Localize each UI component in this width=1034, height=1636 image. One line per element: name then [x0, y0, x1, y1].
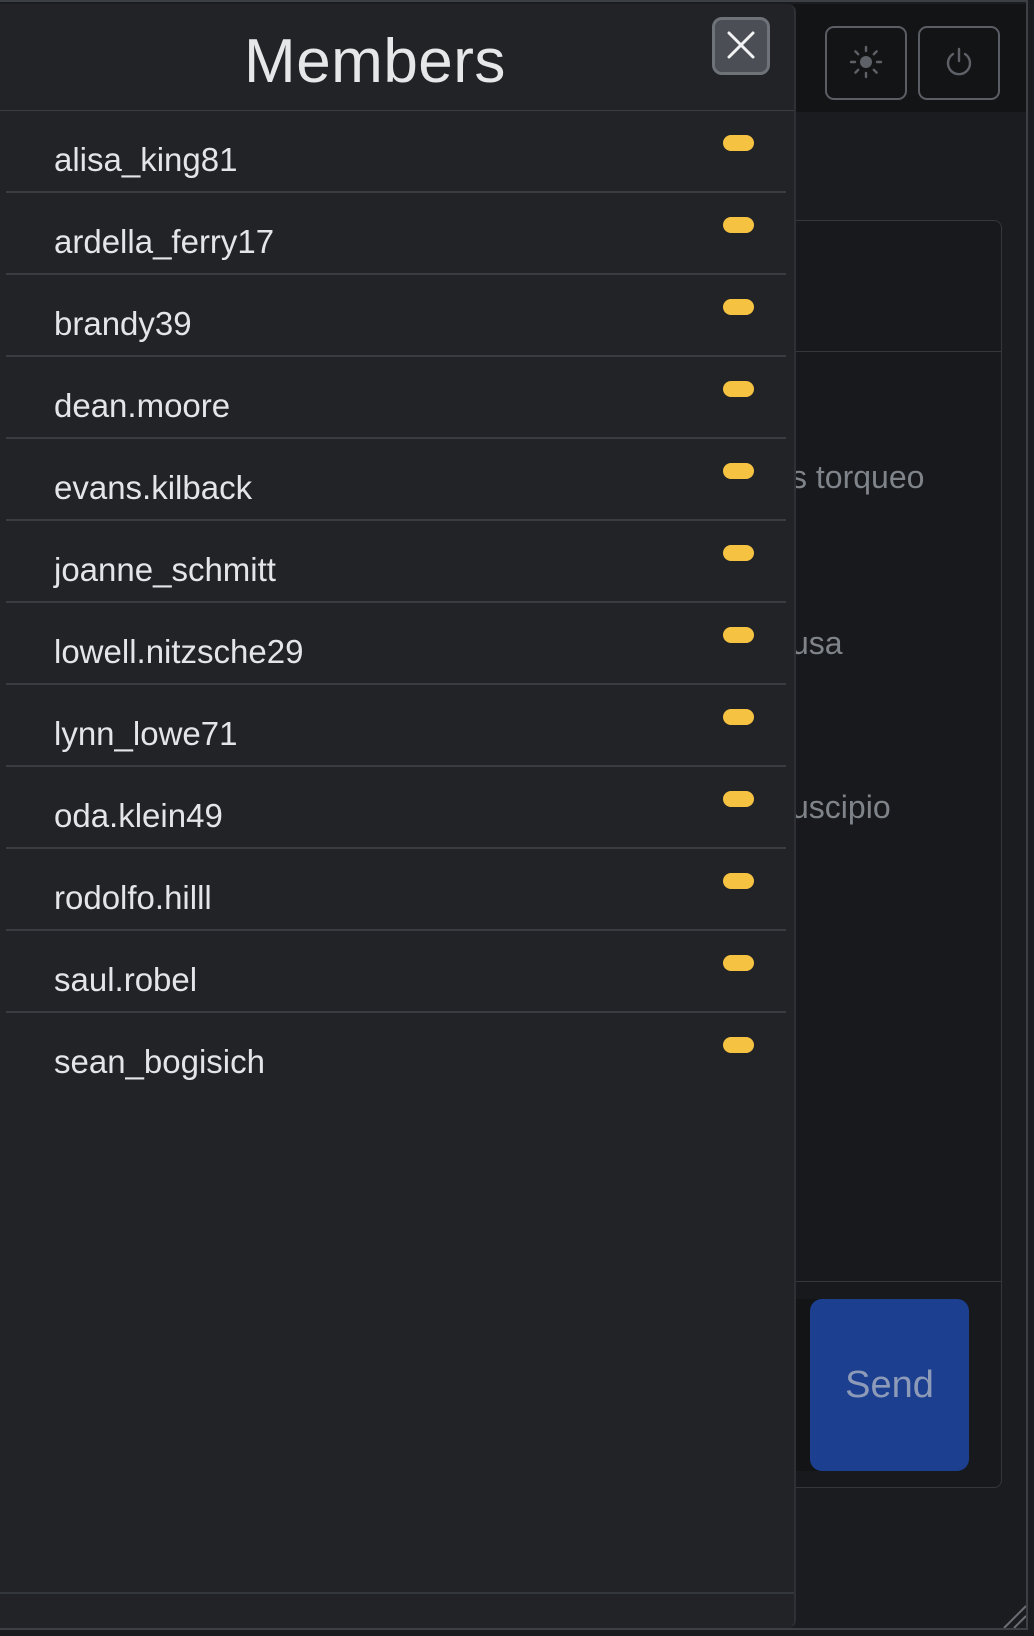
list-item[interactable]: rodolfo.hilll: [6, 849, 786, 931]
status-badge: [723, 1037, 754, 1053]
member-username: saul.robel: [54, 961, 198, 998]
list-item[interactable]: sean_bogisich: [6, 1013, 786, 1095]
send-button[interactable]: Send: [810, 1299, 969, 1471]
drawer-title: Members: [244, 27, 506, 96]
list-item[interactable]: evans.kilback: [6, 439, 786, 521]
member-list: alisa_king81 ardella_ferry17 brandy39 de…: [6, 111, 786, 1095]
member-username: brandy39: [54, 305, 192, 342]
list-item[interactable]: lynn_lowe71: [6, 685, 786, 767]
member-username: lowell.nitzsche29: [54, 633, 304, 670]
member-username: dean.moore: [54, 387, 231, 424]
status-badge: [723, 955, 754, 971]
close-icon: [725, 29, 757, 64]
chat-message: usa: [791, 625, 843, 661]
theme-toggle-button[interactable]: [825, 26, 907, 100]
member-username: joanne_schmitt: [54, 551, 276, 588]
member-username: evans.kilback: [54, 469, 253, 506]
list-item[interactable]: brandy39: [6, 275, 786, 357]
status-badge: [723, 627, 754, 643]
member-username: alisa_king81: [54, 141, 238, 178]
status-badge: [723, 791, 754, 807]
app-window: s torqueo usa uscipio Send Members alisa…: [0, 0, 1034, 1636]
list-item[interactable]: lowell.nitzsche29: [6, 603, 786, 685]
member-username: sean_bogisich: [54, 1043, 265, 1080]
list-item[interactable]: dean.moore: [6, 357, 786, 439]
member-username: rodolfo.hilll: [54, 879, 212, 916]
status-badge: [723, 135, 754, 151]
status-badge: [723, 217, 754, 233]
member-username: oda.klein49: [54, 797, 223, 834]
list-item[interactable]: oda.klein49: [6, 767, 786, 849]
member-username: ardella_ferry17: [54, 223, 275, 260]
status-badge: [723, 873, 754, 889]
status-badge: [723, 381, 754, 397]
member-username: lynn_lowe71: [54, 715, 238, 752]
divider: [0, 1592, 794, 1594]
status-badge: [723, 709, 754, 725]
power-icon: [943, 46, 975, 81]
status-badge: [723, 299, 754, 315]
chat-message: uscipio: [791, 789, 891, 825]
members-drawer: Members alisa_king81 ardella_ferry17 bra…: [0, 4, 796, 1628]
list-item[interactable]: alisa_king81: [6, 111, 786, 193]
list-item[interactable]: saul.robel: [6, 931, 786, 1013]
resize-grip-icon[interactable]: [1000, 1602, 1028, 1630]
list-item[interactable]: ardella_ferry17: [6, 193, 786, 275]
chat-message: s torqueo: [791, 459, 925, 495]
close-button[interactable]: [712, 17, 770, 75]
logout-button[interactable]: [918, 26, 1000, 100]
status-badge: [723, 463, 754, 479]
list-item[interactable]: joanne_schmitt: [6, 521, 786, 603]
status-badge: [723, 545, 754, 561]
sun-icon: [849, 45, 883, 82]
